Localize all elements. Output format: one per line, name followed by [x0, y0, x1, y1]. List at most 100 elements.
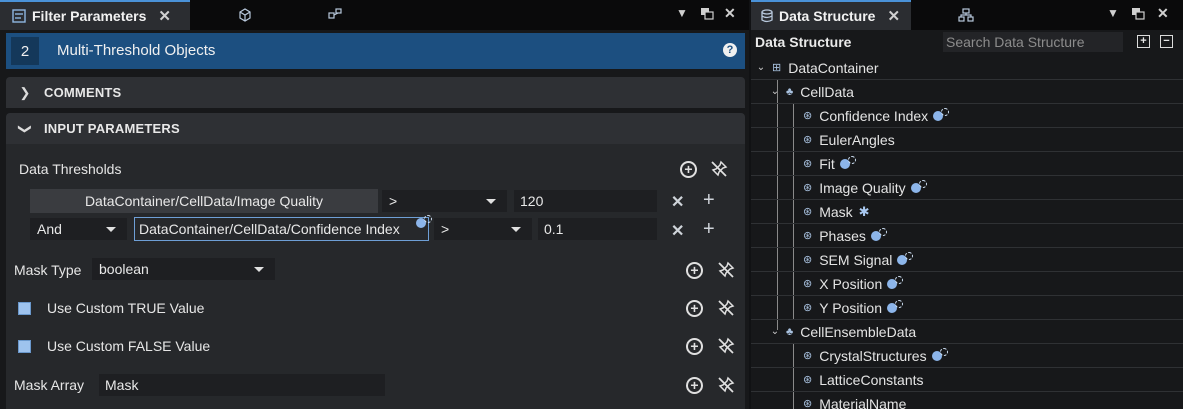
unlink-icon[interactable] — [717, 299, 735, 317]
custom-true-checkbox[interactable] — [18, 302, 31, 315]
attribute-matrix-icon: ♣ — [786, 85, 794, 98]
filter-parameters-panel: Filter Parameters ✕ ▼ ✕ 2 Multi-Threshol… — [0, 0, 749, 409]
custom-true-label: Use Custom TRUE Value — [47, 300, 205, 316]
array-icon: ⊛ — [803, 302, 813, 314]
tree-node-label: DataContainer — [788, 59, 879, 76]
tree-node-celldata[interactable]: ⌄ ♣ CellData — [751, 80, 1183, 104]
tree-node-array[interactable]: ⊛ X Position — [751, 272, 1183, 296]
tree-node-label: MaterialName — [819, 395, 907, 409]
threshold-array-1[interactable]: DataContainer/CellData/Image Quality — [30, 189, 378, 213]
tab-menu-arrow-icon[interactable]: ▼ — [676, 6, 688, 20]
close-panel-icon[interactable]: ✕ — [724, 5, 736, 22]
chevron-down-icon: ❯ — [18, 123, 33, 134]
tab-data-structure[interactable]: Data Structure ✕ — [751, 0, 911, 30]
tree-node-array[interactable]: ⊛ MaterialName — [751, 392, 1183, 409]
tree-node-array[interactable]: ⊛ SEM Signal — [751, 248, 1183, 272]
add-circle-icon[interactable]: + — [686, 338, 703, 355]
tree-node-label: X Position — [819, 275, 883, 292]
selected-array-icon — [896, 251, 914, 268]
attribute-matrix-icon: ♣ — [786, 325, 794, 338]
tree-node-array[interactable]: ⊛ LatticeConstants — [751, 368, 1183, 392]
tree-node-array[interactable]: ⊛ Phases — [751, 224, 1183, 248]
add-circle-icon[interactable]: + — [680, 161, 697, 178]
array-icon: ⊛ — [803, 230, 813, 242]
tree-node-label: CellEnsembleData — [800, 323, 917, 340]
input-parameters-title: INPUT PARAMETERS — [44, 121, 180, 136]
unlink-icon[interactable] — [717, 376, 735, 394]
array-icon: ⊛ — [803, 206, 813, 218]
threshold-logic-2-value: And — [37, 221, 62, 237]
tree-node-array[interactable]: ⊛ Mask ✱ — [751, 200, 1183, 224]
tree-node-array[interactable]: ⊛ EulerAngles — [751, 128, 1183, 152]
comments-title: COMMENTS — [44, 85, 122, 100]
tab-menu-arrow-icon[interactable]: ▼ — [1107, 6, 1119, 20]
add-threshold-1-icon[interactable]: + — [703, 189, 715, 212]
tree-node-array[interactable]: ⊛ Image Quality — [751, 176, 1183, 200]
array-icon: ⊛ — [803, 254, 813, 266]
mask-type-select[interactable]: boolean — [92, 258, 275, 280]
chevron-down-icon: ⌄ — [770, 326, 780, 337]
tree-node-datacontainer[interactable]: ⌄ ⊞ DataContainer — [751, 56, 1183, 80]
chevron-right-icon: ❯ — [19, 84, 31, 100]
unlink-icon[interactable] — [717, 337, 735, 355]
tab-hierarchy-view[interactable] — [891, 0, 1041, 30]
remove-threshold-1-icon[interactable]: ✕ — [671, 192, 684, 212]
tree-node-array[interactable]: ⊛ Confidence Index — [751, 104, 1183, 128]
threshold-operator-2[interactable]: > — [434, 218, 532, 240]
threshold-operator-2-value: > — [441, 221, 450, 237]
add-circle-icon[interactable]: + — [686, 377, 703, 394]
tree-node-label: Y Position — [819, 299, 882, 316]
input-parameters-section-header[interactable]: ❯ INPUT PARAMETERS — [6, 113, 745, 144]
hierarchy-icon — [958, 8, 974, 22]
cube-icon — [239, 8, 251, 22]
array-icon: ⊛ — [803, 182, 813, 194]
tab-data-structure-label: Data Structure — [779, 8, 876, 24]
filter-index: 2 — [11, 37, 39, 65]
unlink-icon[interactable] — [717, 261, 735, 279]
tree-node-label: CrystalStructures — [819, 347, 927, 364]
threshold-logic-2[interactable]: And — [30, 218, 127, 240]
unlink-icon[interactable] — [710, 160, 728, 178]
pipeline-icon — [328, 8, 342, 19]
mask-array-input[interactable]: Mask — [99, 374, 385, 396]
comments-section-header[interactable]: ❯ COMMENTS — [6, 77, 745, 108]
custom-false-checkbox[interactable] — [18, 340, 31, 353]
threshold-value-2[interactable]: 0.1 — [538, 218, 657, 240]
close-panel-icon[interactable]: ✕ — [1157, 5, 1169, 22]
help-icon[interactable]: ? — [723, 43, 737, 57]
tree-node-cellensembledata[interactable]: ⌄ ♣ CellEnsembleData — [751, 320, 1183, 344]
threshold-array-2[interactable]: DataContainer/CellData/Confidence Index — [134, 217, 429, 241]
array-icon: ⊛ — [803, 350, 813, 362]
expand-all-icon[interactable]: + — [1137, 35, 1150, 48]
data-structure-panel: Data Structure ✕ ▼ ✕ Data Structure Sear… — [751, 0, 1183, 409]
tab-filter-parameters[interactable]: Filter Parameters ✕ — [0, 0, 190, 30]
float-panel-icon[interactable] — [700, 7, 714, 20]
asterisk-icon: ✱ — [858, 203, 870, 219]
search-input[interactable]: Search Data Structure — [943, 32, 1123, 52]
tree-node-label: CellData — [800, 83, 854, 100]
tree-node-label: LatticeConstants — [819, 371, 924, 388]
array-icon: ⊛ — [803, 278, 813, 290]
remove-threshold-2-icon[interactable]: ✕ — [671, 221, 684, 241]
add-circle-icon[interactable]: + — [686, 262, 703, 279]
tree-node-array[interactable]: ⊛ Y Position — [751, 296, 1183, 320]
chevron-down-icon: ⌄ — [756, 62, 766, 73]
array-icon: ⊛ — [803, 398, 813, 409]
chevron-down-icon — [106, 227, 116, 232]
tab-pipeline-view[interactable] — [260, 0, 410, 30]
array-icon: ⊛ — [803, 134, 813, 146]
tree-node-label: Confidence Index — [819, 107, 929, 124]
tree-node-array[interactable]: ⊛ CrystalStructures — [751, 344, 1183, 368]
tree-node-label: Mask — [819, 203, 853, 220]
tree-node-array[interactable]: ⊛ Fit — [751, 152, 1183, 176]
add-threshold-2-icon[interactable]: + — [703, 218, 715, 241]
add-circle-icon[interactable]: + — [686, 300, 703, 317]
data-structure-tree: ⌄ ⊞ DataContainer ⌄ ♣ CellData ⊛ Confide… — [751, 56, 1183, 409]
collapse-all-icon[interactable]: − — [1160, 35, 1173, 48]
left-tab-bar: Filter Parameters ✕ ▼ ✕ — [0, 0, 749, 30]
tree-node-label: SEM Signal — [819, 251, 893, 268]
database-icon — [761, 9, 773, 23]
threshold-operator-1[interactable]: > — [382, 190, 507, 212]
float-panel-icon[interactable] — [1131, 7, 1145, 20]
threshold-value-1[interactable]: 120 — [514, 190, 657, 212]
